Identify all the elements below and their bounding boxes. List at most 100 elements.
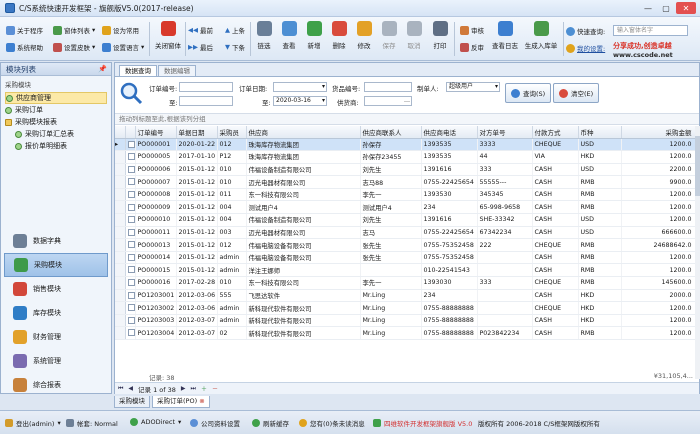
pager-next-button[interactable]: ▶ bbox=[181, 385, 186, 392]
cell-ref-no[interactable]: 345345 bbox=[477, 188, 533, 202]
cell-supplier[interactable]: 伟福设备制造有限公司 bbox=[246, 213, 361, 227]
cell-buyer[interactable]: 555 bbox=[217, 289, 247, 303]
table-row[interactable]: PO1203002 2012-03-06 admin 新科现代软件有限公司 Mr.Lin… bbox=[115, 301, 695, 315]
tree-node-quote-detail[interactable]: 报价单明细表 bbox=[5, 140, 107, 152]
upgrade-link[interactable]: 四维软件开发框架旗舰版 V5.0 bbox=[373, 418, 472, 428]
cell-order-no[interactable]: PO000015 bbox=[135, 263, 177, 278]
cell-ref-no[interactable] bbox=[477, 263, 533, 278]
cell-order-no[interactable]: PO000014 bbox=[135, 251, 177, 265]
add-button[interactable]: 新增 bbox=[302, 21, 326, 50]
cell-amount[interactable]: 1200.0 bbox=[621, 263, 695, 278]
row-checkbox[interactable] bbox=[127, 140, 134, 148]
first-record-button[interactable]: ◀◀ 最前 bbox=[188, 25, 213, 35]
table-row[interactable]: PO000015 2015-01-12 admin 洋注王娜师 010-22541543… bbox=[115, 263, 695, 278]
cell-buyer[interactable]: admin bbox=[217, 251, 247, 265]
cell-payment[interactable]: CASH bbox=[532, 226, 579, 240]
row-checkbox[interactable] bbox=[127, 329, 134, 337]
cell-order-date[interactable]: 2015-01-12 bbox=[176, 263, 218, 278]
cell-amount[interactable]: 1200.0 bbox=[621, 314, 695, 328]
pager-last-button[interactable]: ⏭ bbox=[191, 385, 196, 393]
row-checkbox-cell[interactable] bbox=[125, 314, 136, 328]
table-row[interactable]: PO000010 2015-01-12 004 伟福设备制造有限公司 刘先生 139161… bbox=[115, 213, 695, 227]
tree-node-reports[interactable]: 采购模块报表 bbox=[5, 116, 107, 128]
row-indicator[interactable] bbox=[115, 326, 126, 340]
cell-order-date[interactable]: 2020-01-22 bbox=[176, 138, 218, 152]
pager-prev-button[interactable]: ◀ bbox=[128, 385, 133, 392]
cell-currency[interactable]: HKD bbox=[578, 289, 622, 303]
cell-buyer[interactable]: 010 bbox=[217, 175, 247, 189]
set-favorite-button[interactable]: 设为常用 bbox=[102, 25, 139, 35]
cell-supplier[interactable]: 伟福电脑设备有限公司 bbox=[246, 238, 361, 252]
cell-order-no[interactable]: PO000007 bbox=[135, 175, 177, 189]
cell-buyer[interactable]: 011 bbox=[217, 188, 247, 202]
cell-amount[interactable]: 145600.0 bbox=[621, 276, 695, 290]
cell-order-date[interactable]: 2017-01-10 bbox=[176, 150, 218, 164]
view-log-button[interactable]: 查看日志 bbox=[490, 21, 520, 50]
module-purchase[interactable]: 采购模块 bbox=[4, 253, 108, 277]
cell-supplier[interactable]: 迈光电器材有限公司 bbox=[246, 175, 361, 189]
company-settings-button[interactable]: 公司资料设置 bbox=[190, 418, 240, 428]
cell-phone[interactable]: 0755-75352458 bbox=[421, 251, 478, 265]
cell-buyer[interactable]: P12 bbox=[217, 150, 247, 164]
col-amount[interactable]: 采购金额 bbox=[621, 126, 695, 139]
row-indicator[interactable] bbox=[115, 150, 126, 164]
cell-contact[interactable]: 李先一 bbox=[360, 188, 422, 202]
table-row[interactable]: PO000009 2015-01-12 004 测试用户4 测试用户4 234 65-998… bbox=[115, 200, 695, 215]
pager-first-button[interactable]: ⏮ bbox=[118, 385, 123, 393]
cell-contact[interactable]: Mr.Ling bbox=[360, 326, 422, 340]
cell-supplier[interactable]: 测试用户4 bbox=[246, 200, 361, 215]
cell-supplier[interactable]: 珠海库存物流集团 bbox=[246, 150, 361, 164]
row-checkbox-cell[interactable] bbox=[125, 213, 136, 227]
row-indicator[interactable] bbox=[115, 276, 126, 290]
cell-contact[interactable]: Mr.Ling bbox=[360, 314, 422, 328]
filter-button[interactable]: 链选 bbox=[252, 21, 276, 50]
row-checkbox[interactable] bbox=[127, 291, 134, 299]
cell-payment[interactable]: CASH bbox=[532, 314, 579, 328]
cell-supplier[interactable]: 新科现代软件有限公司 bbox=[246, 326, 361, 340]
cell-amount[interactable]: 1200.0 bbox=[621, 150, 695, 164]
cell-payment[interactable]: CASH bbox=[532, 326, 579, 340]
cell-supplier[interactable]: 迈光电器材有限公司 bbox=[246, 226, 361, 240]
row-indicator[interactable]: ▸ bbox=[115, 138, 126, 152]
row-indicator[interactable] bbox=[115, 200, 126, 215]
cell-contact[interactable]: 孙保存23455 bbox=[360, 150, 422, 164]
row-checkbox-cell[interactable] bbox=[125, 138, 136, 152]
cell-ref-no[interactable]: P023842234 bbox=[477, 326, 533, 340]
cell-currency[interactable]: RMB bbox=[578, 263, 622, 278]
row-indicator[interactable] bbox=[115, 251, 126, 265]
cell-amount[interactable]: 24688642.0 bbox=[621, 238, 695, 252]
cell-contact[interactable]: 孙保存 bbox=[360, 138, 422, 152]
cell-order-no[interactable]: PO1203001 bbox=[135, 289, 177, 303]
cell-ref-no[interactable] bbox=[477, 289, 533, 303]
cell-currency[interactable]: HKD bbox=[578, 301, 622, 315]
cell-order-no[interactable]: PO000013 bbox=[135, 238, 177, 252]
cell-currency[interactable]: USD bbox=[578, 226, 622, 240]
row-checkbox-cell[interactable] bbox=[125, 200, 136, 215]
cell-amount[interactable]: 1200.0 bbox=[621, 188, 695, 202]
row-checkbox-cell[interactable] bbox=[125, 150, 136, 164]
cell-phone[interactable]: 234 bbox=[421, 200, 478, 215]
skin-button[interactable]: 设置皮肤 ▾ bbox=[53, 42, 95, 52]
about-button[interactable]: 关于程序 bbox=[6, 25, 43, 35]
cell-supplier[interactable]: 飞思达软件 bbox=[246, 289, 361, 303]
query-button[interactable]: 查询(S) bbox=[505, 83, 552, 103]
pager-add-button[interactable]: ＋ bbox=[201, 384, 207, 393]
cell-order-no[interactable]: PO000016 bbox=[135, 276, 177, 290]
scroll-thumb[interactable] bbox=[695, 136, 700, 196]
row-indicator[interactable] bbox=[115, 188, 126, 202]
cell-buyer[interactable]: 003 bbox=[217, 226, 247, 240]
cell-phone[interactable]: 0755-88888888 bbox=[421, 326, 478, 340]
cell-contact[interactable]: 志马88 bbox=[360, 175, 422, 189]
tree-node-order-summary[interactable]: 采购订单汇总表 bbox=[5, 128, 107, 140]
cell-amount[interactable]: 1200.0 bbox=[621, 326, 695, 340]
row-checkbox-cell[interactable] bbox=[125, 276, 136, 290]
table-row[interactable]: PO000016 2017-02-28 010 东一科技有限公司 李先一 1393030 3… bbox=[115, 276, 695, 290]
table-row[interactable]: PO1203001 2012-03-06 555 飞思达软件 Mr.Ling 234 CAS… bbox=[115, 289, 695, 303]
cell-contact[interactable]: 张先生 bbox=[360, 251, 422, 265]
cell-ref-no[interactable]: 55555--- bbox=[477, 175, 533, 189]
cell-order-no[interactable]: PO000009 bbox=[135, 200, 177, 215]
table-row[interactable]: PO000011 2015-01-12 003 迈光电器材有限公司 志马 0755-224… bbox=[115, 226, 695, 240]
logout-button[interactable]: 登出(admin) ▾ bbox=[5, 418, 61, 428]
module-system[interactable]: 系统管理 bbox=[4, 349, 108, 373]
cell-contact[interactable]: 测试用户4 bbox=[360, 200, 422, 215]
